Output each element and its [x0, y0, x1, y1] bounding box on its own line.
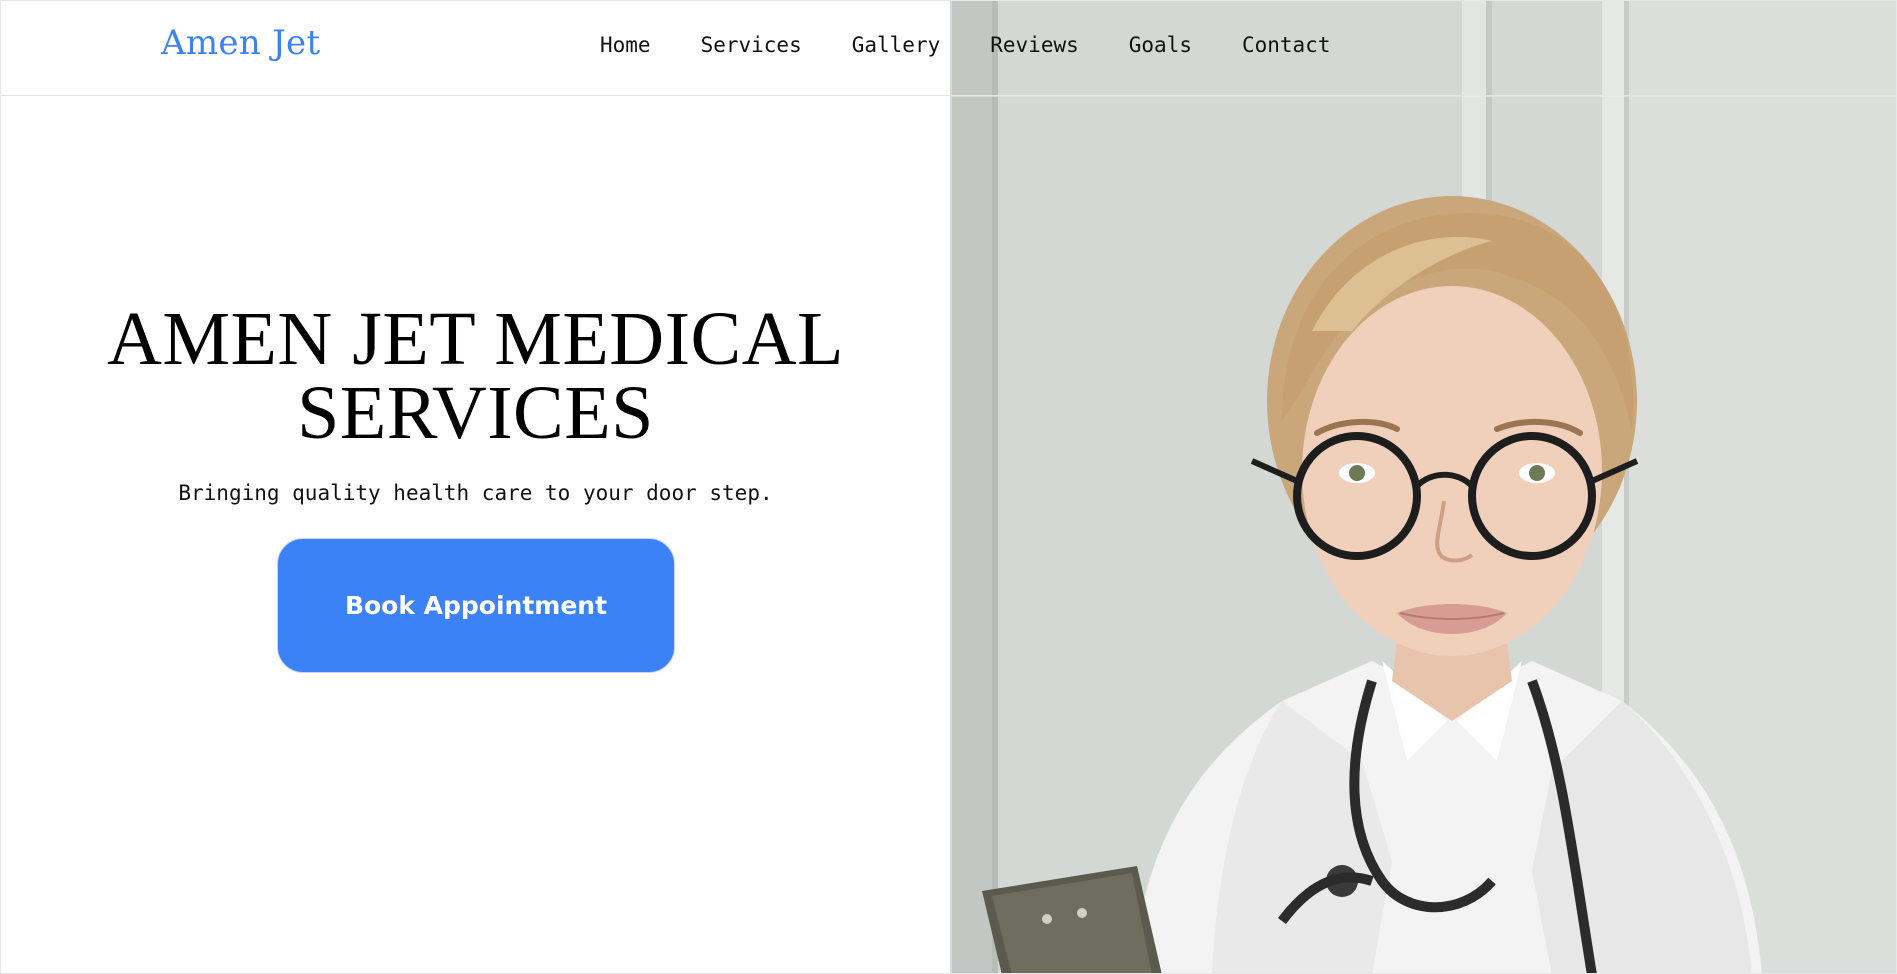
hero-title: AMEN JET MEDICAL SERVICES	[1, 301, 950, 451]
nav-link-goals[interactable]: Goals	[1129, 33, 1192, 57]
nav-link-home[interactable]: Home	[600, 33, 651, 57]
doctor-portrait-image	[952, 1, 1896, 973]
nav-link-reviews[interactable]: Reviews	[990, 33, 1079, 57]
nav-link-gallery[interactable]: Gallery	[852, 33, 941, 57]
page: Amen Jet Home Services Gallery Reviews G…	[0, 0, 1897, 974]
brand-logo-link[interactable]: Amen Jet	[161, 23, 320, 63]
nav-link-contact[interactable]: Contact	[1242, 33, 1331, 57]
hero-photo-doctor	[950, 1, 1896, 973]
hero-title-line-2: SERVICES	[297, 371, 654, 455]
hero-section: AMEN JET MEDICAL SERVICES Bringing quali…	[1, 96, 950, 973]
nav-link-services[interactable]: Services	[701, 33, 802, 57]
hero-subtitle: Bringing quality health care to your doo…	[178, 481, 773, 505]
hero-title-line-1: AMEN JET MEDICAL	[106, 297, 844, 381]
book-appointment-button[interactable]: Book Appointment	[277, 538, 675, 673]
main-nav: Home Services Gallery Reviews Goals Cont…	[600, 29, 1381, 61]
site-header: Amen Jet Home Services Gallery Reviews G…	[1, 1, 1896, 96]
